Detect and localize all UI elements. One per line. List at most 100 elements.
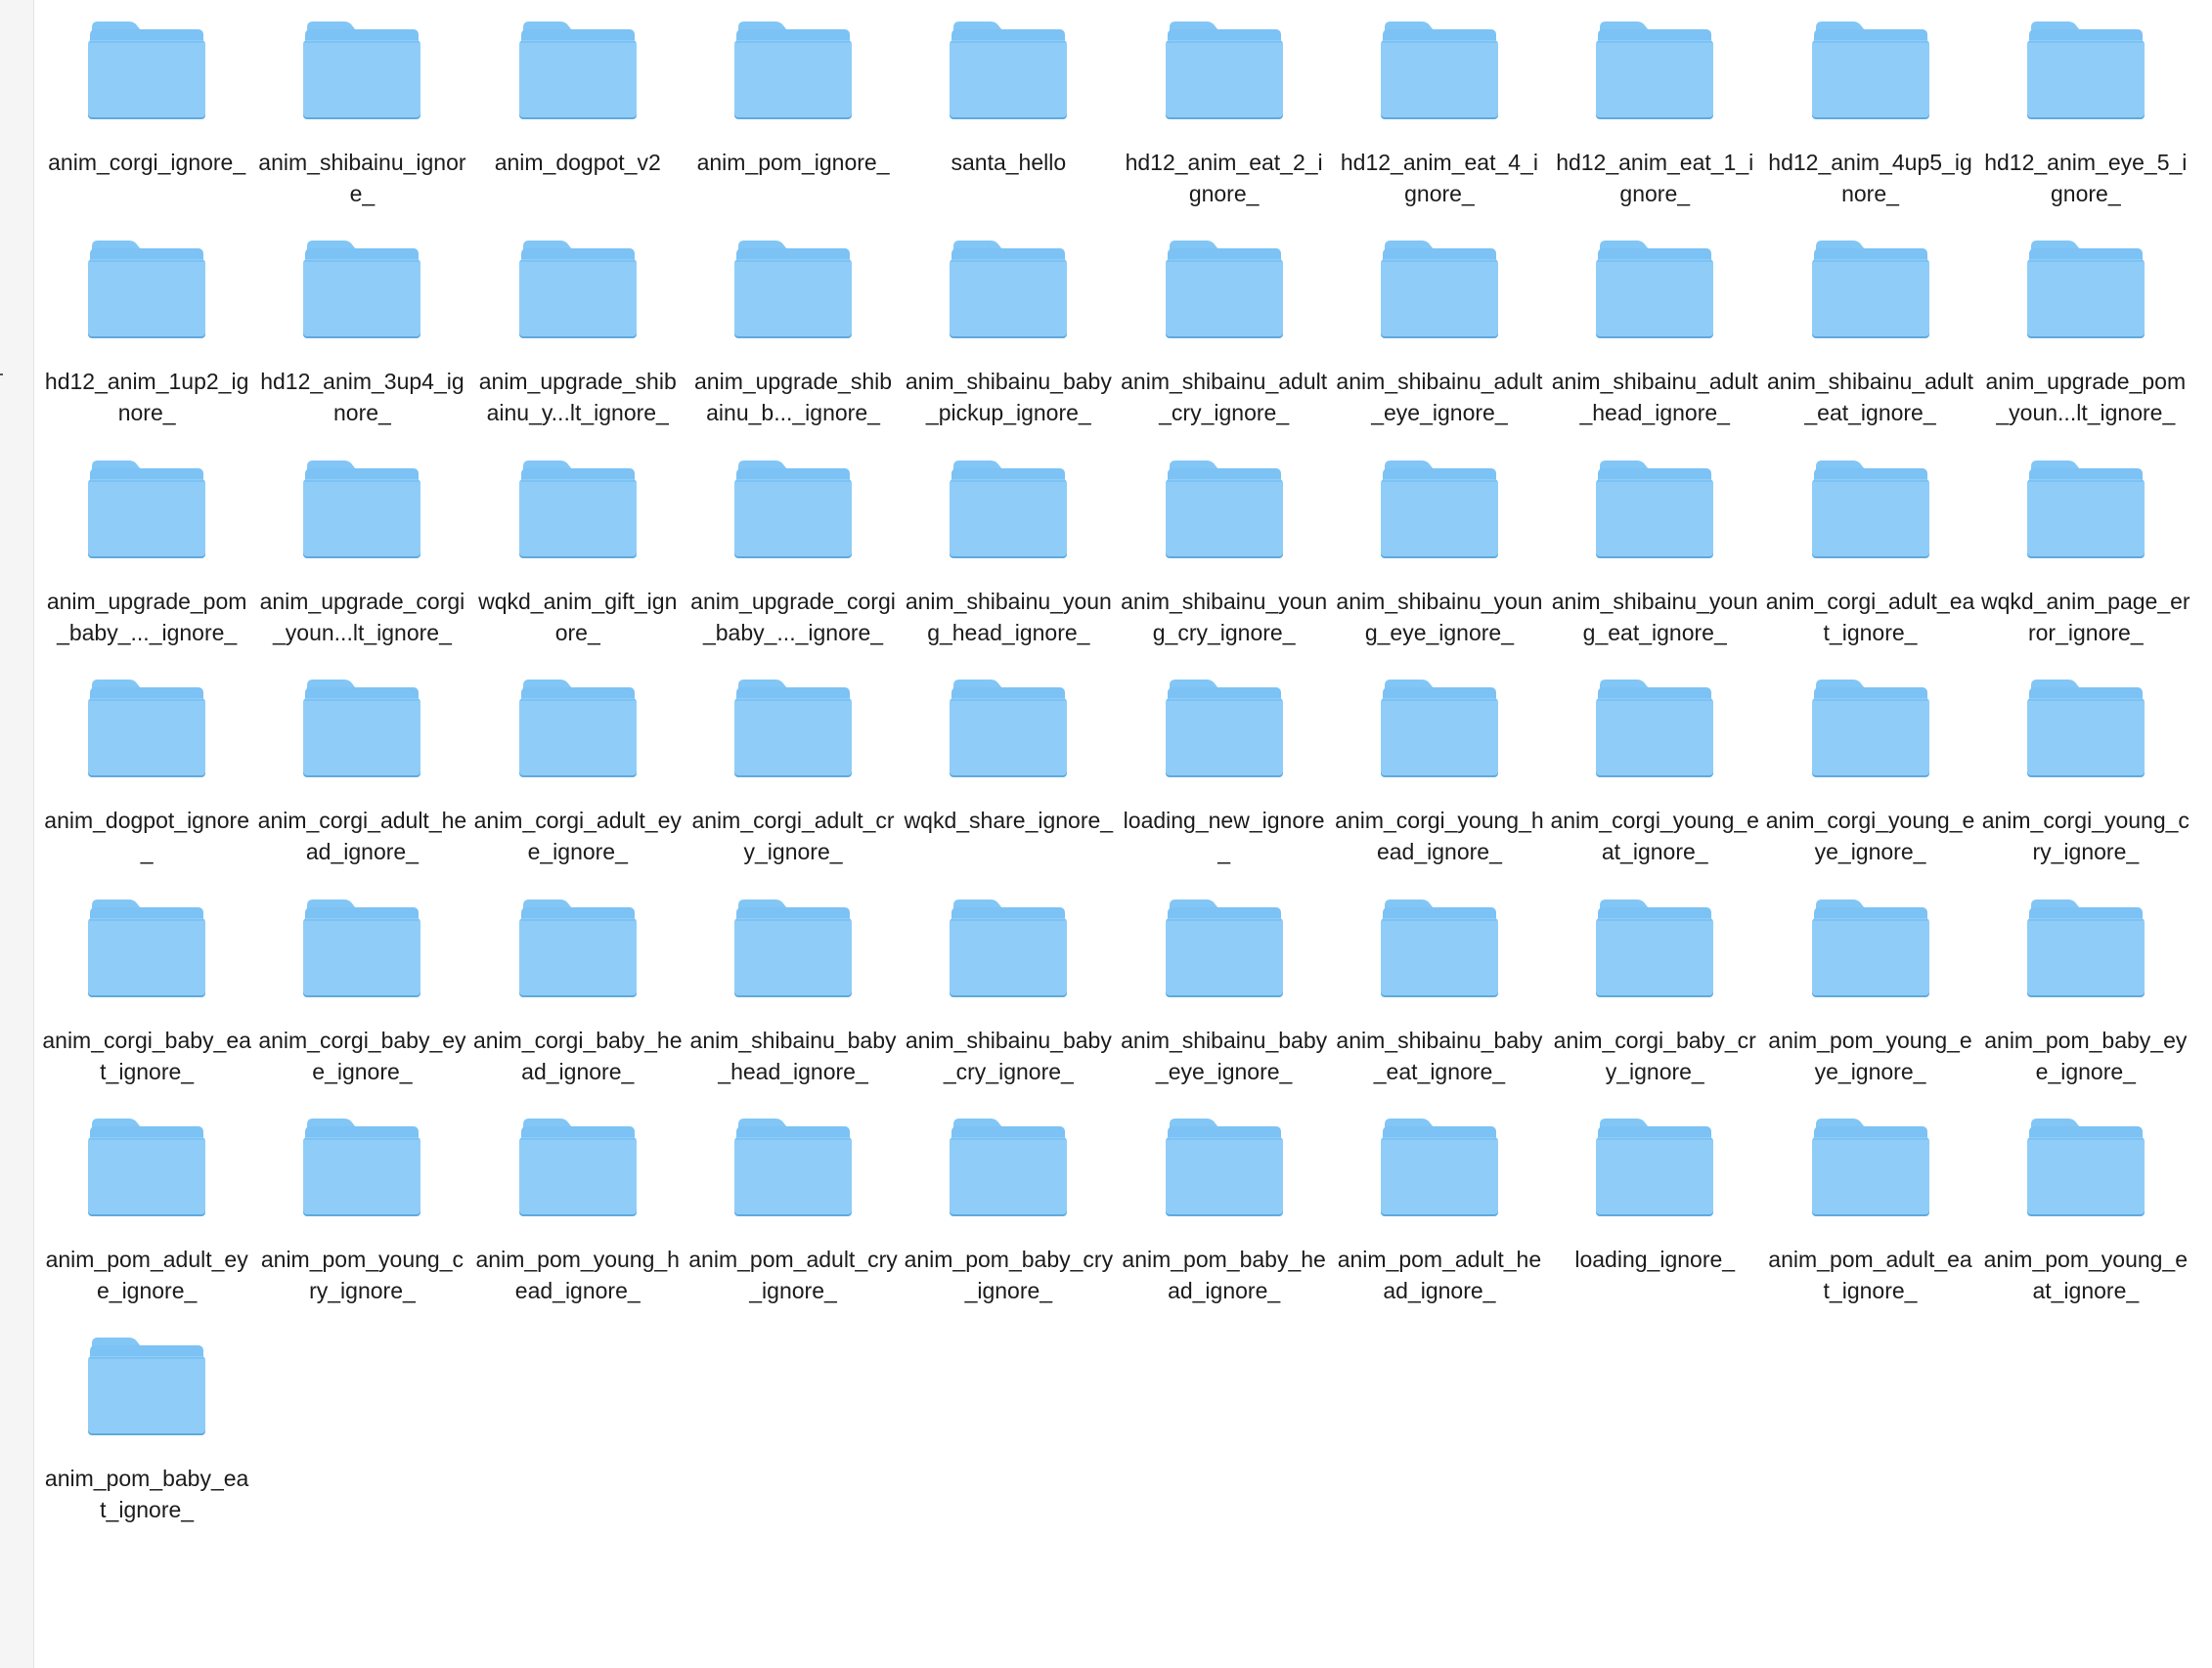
folder-name-label: anim_pom_adult_eat_ignore_ [1768, 1246, 1972, 1303]
folder-item[interactable]: anim_pom_adult_eat_ignore_ [1762, 1117, 1977, 1336]
folder-icon [1380, 22, 1498, 119]
folder-name-label: anim_pom_baby_eat_ignore_ [44, 1466, 249, 1523]
folder-item[interactable]: hd12_anim_eat_1_ignore_ [1547, 20, 1762, 239]
folder-item[interactable]: anim_shibainu_baby_eat_ignore_ [1332, 898, 1547, 1117]
folder-item[interactable]: anim_pom_young_eye_ignore_ [1762, 898, 1977, 1117]
folder-icon [1165, 899, 1283, 997]
folder-item[interactable]: anim_dogpot_ignore_ [39, 678, 254, 897]
folder-item[interactable]: loading_ignore_ [1547, 1117, 1762, 1336]
folder-icon [734, 460, 853, 558]
folder-item[interactable]: anim_shibainu_young_head_ignore_ [901, 459, 1116, 678]
folder-item[interactable]: anim_pom_baby_cry_ignore_ [901, 1117, 1116, 1336]
folder-item[interactable]: anim_shibainu_young_eye_ignore_ [1332, 459, 1547, 678]
folder-item[interactable]: anim_corgi_baby_cry_ignore_ [1547, 898, 1762, 1117]
folder-icon [88, 1338, 206, 1436]
folder-icon [1165, 460, 1283, 558]
folder-item[interactable]: anim_shibainu_baby_cry_ignore_ [901, 898, 1116, 1117]
folder-name-label: anim_pom_young_eye_ignore_ [1768, 1027, 1972, 1084]
folder-name-label: anim_upgrade_corgi_baby_..._ignore_ [690, 588, 896, 645]
folder-name-label: anim_upgrade_pom_youn...lt_ignore_ [1985, 369, 2187, 426]
folder-item[interactable]: anim_pom_adult_eye_ignore_ [39, 1117, 254, 1336]
folder-item[interactable]: anim_corgi_young_eat_ignore_ [1547, 678, 1762, 897]
folder-name-label: anim_shibainu_baby_head_ignore_ [689, 1027, 897, 1084]
folder-item[interactable]: anim_shibainu_adult_eye_ignore_ [1332, 239, 1547, 458]
folder-item[interactable]: anim_pom_young_eat_ignore_ [1978, 1117, 2193, 1336]
folder-item[interactable]: hd12_anim_1up2_ignore_ [39, 239, 254, 458]
folder-item[interactable]: anim_shibainu_young_eat_ignore_ [1547, 459, 1762, 678]
folder-item[interactable]: anim_pom_baby_eat_ignore_ [39, 1336, 254, 1555]
folder-item[interactable]: anim_pom_adult_cry_ignore_ [686, 1117, 901, 1336]
folder-name-label: hd12_anim_eat_1_ignore_ [1556, 150, 1754, 206]
folder-name-label: wqkd_share_ignore_ [904, 808, 1114, 834]
folder-item[interactable]: anim_upgrade_corgi_youn...lt_ignore_ [254, 459, 469, 678]
folder-icon [1165, 1118, 1283, 1216]
folder-item[interactable]: anim_shibainu_baby_pickup_ignore_ [901, 239, 1116, 458]
folder-icon [518, 241, 637, 339]
folder-item[interactable]: anim_corgi_adult_cry_ignore_ [686, 678, 901, 897]
folder-name-label: anim_shibainu_ignore_ [258, 150, 466, 206]
folder-item[interactable]: anim_shibainu_adult_eat_ignore_ [1762, 239, 1977, 458]
folder-item[interactable]: anim_upgrade_corgi_baby_..._ignore_ [686, 459, 901, 678]
folder-name-label: loading_ignore_ [1574, 1246, 1736, 1272]
folder-item[interactable]: anim_shibainu_young_cry_ignore_ [1116, 459, 1331, 678]
folder-item[interactable]: wqkd_anim_page_error_ignore_ [1978, 459, 2193, 678]
folder-item[interactable]: anim_corgi_adult_eat_ignore_ [1762, 459, 1977, 678]
folder-icon [2026, 899, 2145, 997]
folder-item[interactable]: hd12_anim_eat_2_ignore_ [1116, 20, 1331, 239]
folder-name-label: anim_shibainu_young_eye_ignore_ [1336, 588, 1543, 645]
folder-name-label: anim_dogpot_ignore_ [44, 808, 249, 865]
folder-item[interactable]: anim_corgi_baby_eat_ignore_ [39, 898, 254, 1117]
folder-item[interactable]: anim_corgi_baby_head_ignore_ [470, 898, 686, 1117]
folder-icon [88, 680, 206, 778]
folder-item[interactable]: hd12_anim_eat_4_ignore_ [1332, 20, 1547, 239]
folder-item[interactable]: anim_upgrade_pom_youn...lt_ignore_ [1978, 239, 2193, 458]
folder-icon [518, 1118, 637, 1216]
folder-item[interactable]: anim_pom_young_head_ignore_ [470, 1117, 686, 1336]
folder-item[interactable]: anim_pom_baby_eye_ignore_ [1978, 898, 2193, 1117]
folder-item[interactable]: anim_shibainu_ignore_ [254, 20, 469, 239]
folder-item[interactable]: anim_corgi_young_cry_ignore_ [1978, 678, 2193, 897]
folder-item[interactable]: anim_corgi_adult_eye_ignore_ [470, 678, 686, 897]
folder-item[interactable]: wqkd_share_ignore_ [901, 678, 1116, 897]
folder-item[interactable]: anim_corgi_baby_eye_ignore_ [254, 898, 469, 1117]
folder-item[interactable]: anim_corgi_young_head_ignore_ [1332, 678, 1547, 897]
folder-name-label: loading_new_ignore_ [1123, 808, 1325, 865]
folder-icon [1811, 680, 1929, 778]
folder-name-label: anim_corgi_adult_cry_ignore_ [691, 808, 895, 865]
folder-name-label: anim_corgi_baby_head_ignore_ [472, 1027, 683, 1084]
folder-item[interactable]: santa_hello [901, 20, 1116, 239]
folder-icon [88, 899, 206, 997]
folder-item[interactable]: anim_shibainu_baby_eye_ignore_ [1116, 898, 1331, 1117]
folder-item[interactable]: anim_pom_young_cry_ignore_ [254, 1117, 469, 1336]
folder-item[interactable]: hd12_anim_4up5_ignore_ [1762, 20, 1977, 239]
folder-name-label: anim_corgi_baby_eat_ignore_ [42, 1027, 251, 1084]
folder-item[interactable]: anim_upgrade_shibainu_y...lt_ignore_ [470, 239, 686, 458]
folder-item[interactable]: anim_corgi_young_eye_ignore_ [1762, 678, 1977, 897]
folder-item[interactable]: anim_corgi_ignore_ [39, 20, 254, 239]
folder-item[interactable]: hd12_anim_eye_5_ignore_ [1978, 20, 2193, 239]
folder-name-label: anim_shibainu_adult_eat_ignore_ [1767, 369, 1974, 426]
folder-item[interactable]: anim_pom_baby_head_ignore_ [1116, 1117, 1331, 1336]
folder-item[interactable]: anim_pom_ignore_ [686, 20, 901, 239]
folder-item[interactable]: anim_upgrade_pom_baby_..._ignore_ [39, 459, 254, 678]
folder-icon [1380, 1118, 1498, 1216]
folder-name-label: anim_pom_ignore_ [696, 150, 890, 175]
folder-item[interactable]: anim_shibainu_adult_cry_ignore_ [1116, 239, 1331, 458]
folder-icon [734, 899, 853, 997]
folder-name-label: anim_corgi_adult_eat_ignore_ [1765, 588, 1975, 645]
folder-name-label: anim_upgrade_shibainu_b..._ignore_ [694, 369, 893, 426]
folder-item[interactable]: loading_new_ignore_ [1116, 678, 1331, 897]
folder-item[interactable]: anim_pom_adult_head_ignore_ [1332, 1117, 1547, 1336]
folder-item[interactable]: anim_corgi_adult_head_ignore_ [254, 678, 469, 897]
folder-item[interactable]: anim_shibainu_baby_head_ignore_ [686, 898, 901, 1117]
folder-name-label: santa_hello [951, 150, 1067, 175]
folder-item[interactable]: wqkd_anim_gift_ignore_ [470, 459, 686, 678]
folder-item[interactable]: anim_shibainu_adult_head_ignore_ [1547, 239, 1762, 458]
folder-item[interactable]: anim_upgrade_shibainu_b..._ignore_ [686, 239, 901, 458]
folder-item[interactable]: anim_dogpot_v2 [470, 20, 686, 239]
sidebar-edge[interactable] [0, 0, 34, 1668]
folder-icon [734, 680, 853, 778]
folder-icon [303, 899, 421, 997]
folder-name-label: anim_shibainu_adult_cry_ignore_ [1121, 369, 1328, 426]
folder-item[interactable]: hd12_anim_3up4_ignore_ [254, 239, 469, 458]
